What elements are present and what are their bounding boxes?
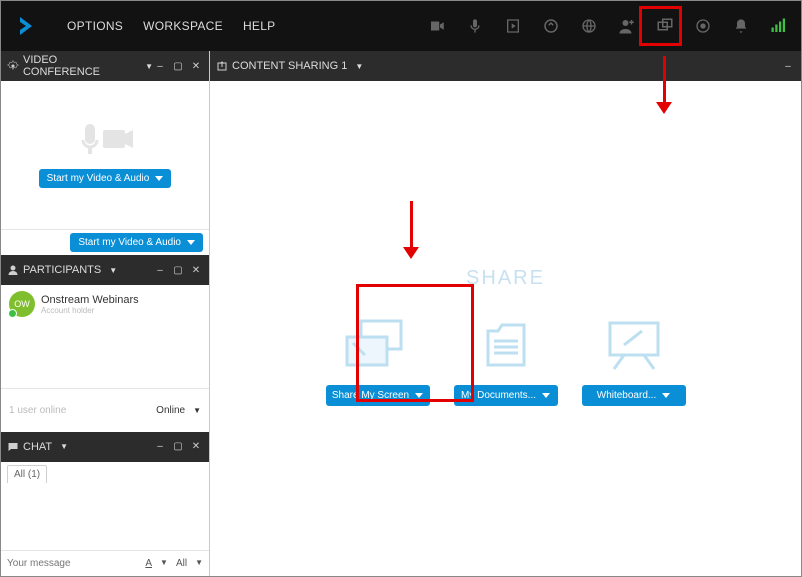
document-large-icon [454,305,558,385]
chevron-down-icon: ▼ [355,62,363,71]
my-documents-label: My Documents... [461,390,536,401]
maximize-icon[interactable]: ▢ [171,59,185,73]
camera-icon[interactable] [423,12,451,40]
avatar-initials: OW [14,299,30,309]
share-icon [216,60,228,72]
chevron-down-icon [155,176,163,181]
share-my-screen-button[interactable]: Share My Screen [326,385,430,406]
share-option-screen: Share My Screen [326,305,430,406]
screen-share-large-icon [326,305,430,385]
topbar: OPTIONS WORKSPACE HELP [1,1,801,51]
maximize-icon[interactable]: ▢ [171,440,185,454]
minimize-icon[interactable]: – [153,440,167,454]
share-options: Share My Screen My Documents... [326,305,686,406]
share-option-documents: My Documents... [454,305,558,406]
chevron-down-icon: ▼ [109,266,117,275]
chevron-down-icon [662,393,670,398]
participants-footer-left: 1 user online [9,405,66,416]
participant-name: Onstream Webinars [41,294,139,306]
chat-body [1,486,209,551]
chat-recipient[interactable]: All [176,558,187,569]
participant-role: Account holder [41,306,139,315]
chat-header[interactable]: CHAT ▼ – ▢ ✕ [1,432,209,462]
video-conference-footer: Start my Video & Audio [1,229,209,255]
close-icon[interactable]: ✕ [189,440,203,454]
participant-row[interactable]: OW Onstream Webinars Account holder [1,285,209,323]
video-conference-title: VIDEO CONFERENCE [23,54,137,78]
menu-options[interactable]: OPTIONS [67,19,123,33]
chevron-down-icon[interactable]: ▼ [160,558,168,569]
chevron-down-icon [187,240,195,245]
signal-icon[interactable] [765,12,793,40]
gear-icon [7,60,19,72]
participants-footer: 1 user online Online▼ [1,388,209,432]
whiteboard-large-icon [582,305,686,385]
my-documents-button[interactable]: My Documents... [454,385,558,406]
chevron-down-icon[interactable]: ▼ [195,558,203,569]
share-heading: SHARE [466,267,545,290]
play-file-icon[interactable] [499,12,527,40]
chevron-down-icon [542,393,550,398]
content-sharing-title: CONTENT SHARING 1 [232,60,347,72]
chat-tabs: All (1) [1,462,209,486]
chat-tools: A ▼ All ▼ [145,558,203,569]
participants-footer-right-dropdown[interactable]: Online▼ [156,405,201,416]
main-area: CONTENT SHARING 1 ▼ – SHARE Share My Scre… [210,51,801,576]
minimize-icon[interactable]: – [153,59,167,73]
share-option-whiteboard: Whiteboard... [582,305,686,406]
chat-input-row: A ▼ All ▼ [1,550,209,576]
start-video-audio-button[interactable]: Start my Video & Audio [39,169,172,188]
add-participant-icon[interactable] [613,12,641,40]
main-menu: OPTIONS WORKSPACE HELP [67,19,276,33]
chat-icon [7,441,19,453]
video-conference-body: Start my Video & Audio [1,81,209,229]
whiteboard-button[interactable]: Whiteboard... [582,385,686,406]
content-sharing-body: SHARE Share My Screen My [210,81,801,576]
person-icon [7,264,19,276]
globe-icon[interactable] [575,12,603,40]
chevron-down-icon: ▼ [145,62,153,71]
participants-title: PARTICIPANTS [23,264,101,276]
screen-share-icon[interactable] [651,12,679,40]
minimize-icon[interactable]: – [153,263,167,277]
annotate-icon[interactable] [537,12,565,40]
chevron-down-icon: ▼ [193,406,201,415]
topbar-icons [423,12,793,40]
microphone-icon[interactable] [461,12,489,40]
chat-title: CHAT [23,441,52,453]
participants-header[interactable]: PARTICIPANTS ▼ – ▢ ✕ [1,255,209,285]
menu-workspace[interactable]: WORKSPACE [143,19,223,33]
content-sharing-header[interactable]: CONTENT SHARING 1 ▼ – [210,51,801,81]
format-icon[interactable]: A [145,558,152,569]
chevron-down-icon [415,393,423,398]
whiteboard-label: Whiteboard... [597,390,656,401]
start-video-audio-footer-label: Start my Video & Audio [78,237,181,248]
record-icon[interactable] [689,12,717,40]
close-icon[interactable]: ✕ [189,59,203,73]
avatar: OW [9,291,35,317]
start-video-audio-footer-button[interactable]: Start my Video & Audio [70,233,203,252]
chat-message-input[interactable] [7,558,145,569]
start-video-audio-label: Start my Video & Audio [47,173,150,184]
sidebar: VIDEO CONFERENCE ▼ – ▢ ✕ Start my Video &… [1,51,210,576]
menu-help[interactable]: HELP [243,19,276,33]
presence-indicator [8,309,17,318]
maximize-icon[interactable]: ▢ [171,263,185,277]
share-my-screen-label: Share My Screen [332,390,409,401]
app-logo [15,10,47,42]
close-icon[interactable]: ✕ [189,263,203,277]
mic-cam-placeholder-icon [75,122,135,163]
chat-tab-all[interactable]: All (1) [7,465,47,483]
video-conference-header[interactable]: VIDEO CONFERENCE ▼ – ▢ ✕ [1,51,209,81]
minimize-icon[interactable]: – [781,59,795,73]
chevron-down-icon: ▼ [60,442,68,451]
bell-icon[interactable] [727,12,755,40]
